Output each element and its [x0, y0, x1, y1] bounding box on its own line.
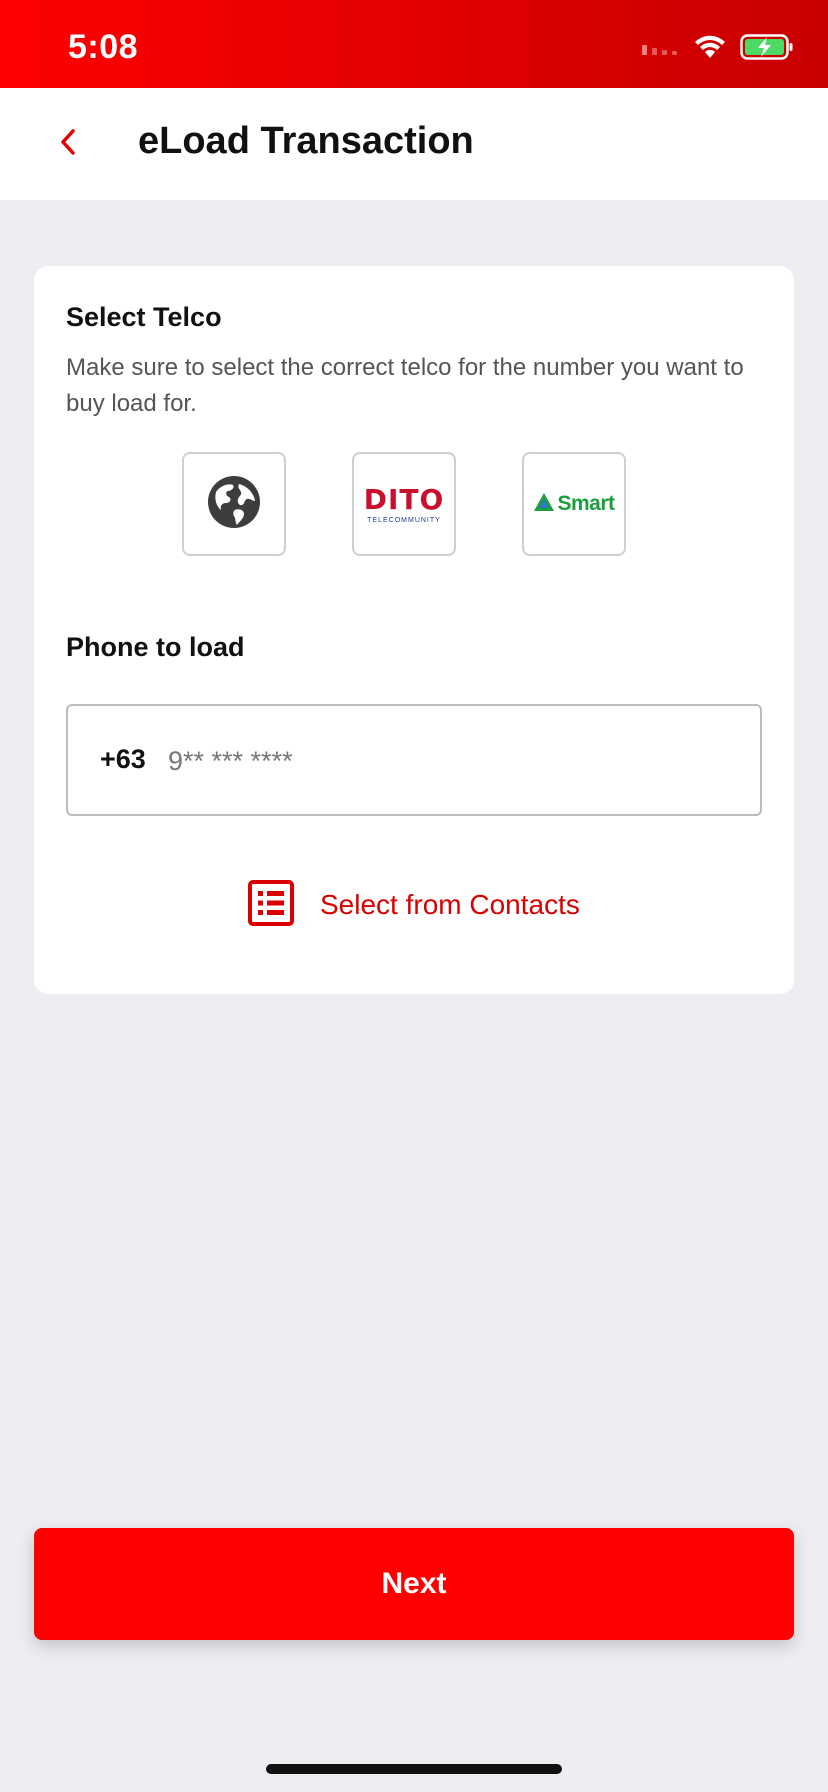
smart-logo-word: Smart [557, 492, 615, 515]
next-button[interactable]: Next [34, 1528, 794, 1640]
telco-option-all-networks[interactable] [182, 452, 286, 556]
status-icons [642, 33, 794, 65]
phone-to-load-heading: Phone to load [66, 632, 245, 662]
dito-logo-word: DITO [363, 482, 445, 516]
telco-option-smart[interactable]: Smart [522, 452, 626, 556]
status-bar: 5:08 [0, 0, 828, 88]
back-button[interactable] [36, 112, 100, 176]
cellular-signal-icon [642, 39, 680, 60]
select-from-contacts-link[interactable]: Select from Contacts [248, 879, 580, 931]
wifi-icon [694, 35, 726, 64]
country-code: +63 [100, 744, 146, 774]
smart-mountain-icon [533, 492, 555, 517]
globe-icon [206, 474, 262, 535]
nav-bar: eLoad Transaction [0, 88, 828, 200]
select-from-contacts-label: Select from Contacts [320, 889, 580, 920]
smart-logo: Smart [533, 492, 615, 517]
battery-charging-icon [740, 33, 794, 65]
chevron-left-icon [57, 127, 79, 162]
dito-logo-subtitle: TELECOMMUNITY [367, 516, 441, 524]
telco-option-dito[interactable]: DITO TELECOMMUNITY [352, 452, 456, 556]
eload-form-card: Select Telco Make sure to select the cor… [34, 266, 794, 994]
phone-number-field: +63 [66, 704, 762, 816]
status-time: 5:08 [68, 28, 139, 66]
page-title: eLoad Transaction [138, 120, 474, 162]
list-icon [248, 879, 294, 931]
phone-number-input[interactable] [168, 726, 728, 796]
dito-logo: DITO TELECOMMUNITY [363, 482, 445, 524]
home-indicator [266, 1764, 562, 1774]
select-telco-description: Make sure to select the correct telco fo… [66, 354, 744, 417]
select-telco-heading: Select Telco [66, 302, 222, 332]
